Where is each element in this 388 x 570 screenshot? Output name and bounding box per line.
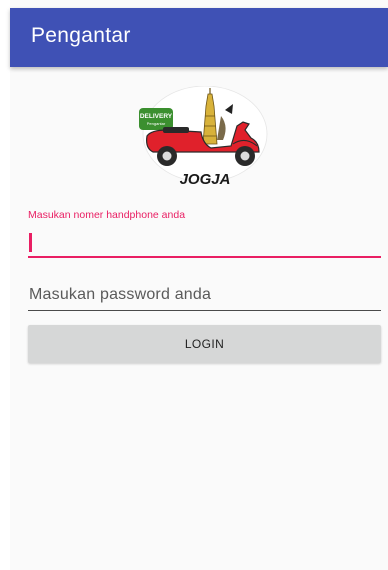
app-logo: DELIVERY Pengantar JOGJA <box>139 86 268 188</box>
phone-field-label: Masukan nomer handphone anda <box>28 209 186 221</box>
app-bar: Pengantar <box>10 8 388 67</box>
password-placeholder: Masukan password anda <box>29 286 212 303</box>
login-button[interactable]: LOGIN <box>28 325 381 363</box>
password-input[interactable]: Masukan password anda <box>28 282 381 311</box>
login-screen: Pengantar DELIVERY Pengantar JOGJA Masuk… <box>0 0 388 570</box>
delivery-badge: DELIVERY Pengantar <box>139 108 173 130</box>
phone-input[interactable] <box>28 225 381 258</box>
logo-brand-text: JOGJA <box>180 171 231 188</box>
app-title: Pengantar <box>31 24 131 47</box>
login-button-label: LOGIN <box>184 337 225 351</box>
password-field-underline <box>28 310 381 311</box>
svg-text:DELIVERY: DELIVERY <box>140 113 173 120</box>
svg-text:Pengantar: Pengantar <box>147 121 166 126</box>
text-cursor <box>29 233 32 252</box>
phone-field-underline <box>28 256 381 258</box>
left-edge <box>0 0 10 570</box>
